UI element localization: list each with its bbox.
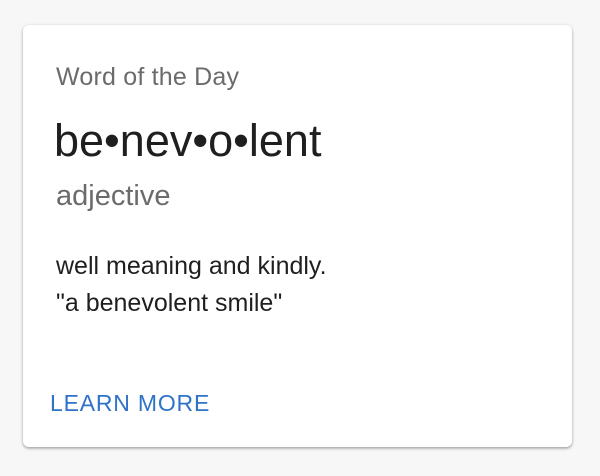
part-of-speech: adjective xyxy=(56,180,171,212)
word-of-the-day-card: Word of the Day be•nev•o•lent adjective … xyxy=(23,25,572,447)
definition-text: well meaning and kindly. xyxy=(56,252,327,280)
card-overline: Word of the Day xyxy=(56,63,240,91)
featured-word: be•nev•o•lent xyxy=(54,115,322,166)
learn-more-button[interactable]: LEARN MORE xyxy=(50,384,210,422)
example-text: "a benevolent smile" xyxy=(56,289,283,317)
definition-block: well meaning and kindly. "a benevolent s… xyxy=(56,248,327,322)
